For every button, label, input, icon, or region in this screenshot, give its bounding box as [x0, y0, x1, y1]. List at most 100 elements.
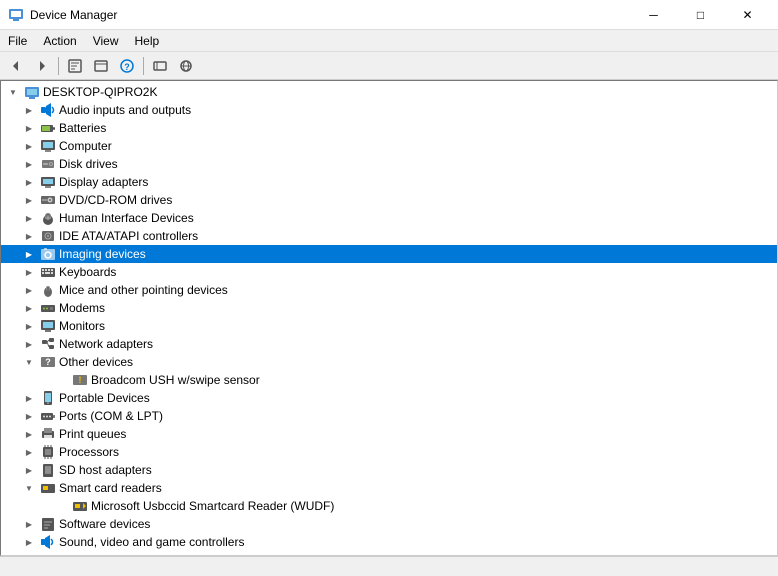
tree-item-modems[interactable]: ▶ Modems — [1, 299, 777, 317]
monitors-chevron[interactable]: ▶ — [21, 318, 37, 334]
tree-item-portable[interactable]: ▶ Portable Devices — [1, 389, 777, 407]
ports-icon — [40, 408, 56, 424]
menu-file[interactable]: File — [0, 30, 35, 51]
software-label: Software devices — [59, 517, 150, 531]
monitors-label: Monitors — [59, 319, 105, 333]
tree-item-smartcard[interactable]: ▼ Smart card readers — [1, 479, 777, 497]
computer-chevron[interactable]: ▶ — [21, 138, 37, 154]
other-label: Other devices — [59, 355, 133, 369]
sdhost-chevron[interactable]: ▶ — [21, 462, 37, 478]
other-chevron[interactable]: ▼ — [21, 354, 37, 370]
svg-text:!: ! — [79, 375, 82, 385]
mice-chevron[interactable]: ▶ — [21, 282, 37, 298]
imaging-label: Imaging devices — [59, 247, 146, 261]
portable-label: Portable Devices — [59, 391, 150, 405]
toolbar-scan[interactable] — [148, 55, 172, 77]
printq-chevron[interactable]: ▶ — [21, 426, 37, 442]
tree-item-sdhost[interactable]: ▶ SD host adapters — [1, 461, 777, 479]
toolbar-update[interactable] — [89, 55, 113, 77]
tree-item-monitors[interactable]: ▶ Monitors — [1, 317, 777, 335]
audio-chevron[interactable]: ▶ — [21, 102, 37, 118]
title-bar-text: Device Manager — [30, 8, 631, 22]
tree-item-dvd[interactable]: ▶ DVD/CD-ROM drives — [1, 191, 777, 209]
dvd-chevron[interactable]: ▶ — [21, 192, 37, 208]
network-icon — [40, 336, 56, 352]
app-icon — [8, 7, 24, 23]
keyboards-chevron[interactable]: ▶ — [21, 264, 37, 280]
tree-item-software[interactable]: ▶ Software devices — [1, 515, 777, 533]
sound-chevron[interactable]: ▶ — [21, 534, 37, 550]
menu-view[interactable]: View — [85, 30, 127, 51]
tree-item-diskdrives[interactable]: ▶ Disk drives — [1, 155, 777, 173]
maximize-button[interactable]: □ — [678, 4, 723, 26]
batteries-label: Batteries — [59, 121, 106, 135]
ports-chevron[interactable]: ▶ — [21, 408, 37, 424]
toolbar-separator-2 — [143, 57, 144, 75]
imaging-chevron[interactable]: ▶ — [21, 246, 37, 262]
tree-item-mice[interactable]: ▶ Mice and other pointing devices — [1, 281, 777, 299]
mscard-icon — [72, 498, 88, 514]
menu-action[interactable]: Action — [35, 30, 84, 51]
hid-icon — [40, 210, 56, 226]
tree-item-mscard[interactable]: Microsoft Usbccid Smartcard Reader (WUDF… — [1, 497, 777, 515]
svg-text:?: ? — [45, 357, 51, 367]
diskdrives-chevron[interactable]: ▶ — [21, 156, 37, 172]
software-chevron[interactable]: ▶ — [21, 516, 37, 532]
other-icon: ? — [40, 354, 56, 370]
display-label: Display adapters — [59, 175, 148, 189]
tree-item-hid[interactable]: ▶ Human Interface Devices — [1, 209, 777, 227]
dvd-icon — [40, 192, 56, 208]
tree-item-ide[interactable]: ▶ IDE ATA/ATAPI controllers — [1, 227, 777, 245]
tree-item-processors[interactable]: ▶ Processors — [1, 443, 777, 461]
tree-item-keyboards[interactable]: ▶ Keyboards — [1, 263, 777, 281]
batteries-chevron[interactable]: ▶ — [21, 120, 37, 136]
tree-item-imaging[interactable]: ▶ Imaging devices — [1, 245, 777, 263]
tree-root[interactable]: ▼ DESKTOP-QIPRO2K — [1, 83, 777, 101]
portable-chevron[interactable]: ▶ — [21, 390, 37, 406]
mscard-label: Microsoft Usbccid Smartcard Reader (WUDF… — [91, 499, 334, 513]
title-bar: Device Manager ─ □ ✕ — [0, 0, 778, 30]
ide-chevron[interactable]: ▶ — [21, 228, 37, 244]
sound-icon — [40, 534, 56, 550]
dvd-label: DVD/CD-ROM drives — [59, 193, 172, 207]
root-label: DESKTOP-QIPRO2K — [43, 85, 157, 99]
processors-chevron[interactable]: ▶ — [21, 444, 37, 460]
network-label: Network adapters — [59, 337, 153, 351]
menu-help[interactable]: Help — [127, 30, 168, 51]
root-chevron[interactable]: ▼ — [5, 84, 21, 100]
tree-item-printq[interactable]: ▶ Print queues — [1, 425, 777, 443]
modems-chevron[interactable]: ▶ — [21, 300, 37, 316]
tree-item-sound[interactable]: ▶ Sound, video and game controllers — [1, 533, 777, 551]
mice-label: Mice and other pointing devices — [59, 283, 228, 297]
display-chevron[interactable]: ▶ — [21, 174, 37, 190]
printq-label: Print queues — [59, 427, 126, 441]
network-chevron[interactable]: ▶ — [21, 336, 37, 352]
toolbar-forward[interactable] — [30, 55, 54, 77]
toolbar-help[interactable]: ? — [115, 55, 139, 77]
tree-item-ports[interactable]: ▶ Ports (COM & LPT) — [1, 407, 777, 425]
toolbar-properties[interactable] — [63, 55, 87, 77]
minimize-button[interactable]: ─ — [631, 4, 676, 26]
tree-item-broadcom[interactable]: ! Broadcom USH w/swipe sensor — [1, 371, 777, 389]
diskdrives-icon — [40, 156, 56, 172]
close-button[interactable]: ✕ — [725, 4, 770, 26]
smartcard-chevron[interactable]: ▼ — [21, 480, 37, 496]
tree-item-other[interactable]: ▼ ? Other devices — [1, 353, 777, 371]
diskdrives-label: Disk drives — [59, 157, 118, 171]
broadcom-label: Broadcom USH w/swipe sensor — [91, 373, 260, 387]
ports-label: Ports (COM & LPT) — [59, 409, 163, 423]
tree-item-network[interactable]: ▶ Network adapters — [1, 335, 777, 353]
ide-label: IDE ATA/ATAPI controllers — [59, 229, 198, 243]
toolbar-network[interactable] — [174, 55, 198, 77]
tree-item-audio[interactable]: ▶ Audio inputs and outputs — [1, 101, 777, 119]
svg-text:?: ? — [124, 62, 130, 72]
tree-item-batteries[interactable]: ▶ Batteries — [1, 119, 777, 137]
tree-item-display[interactable]: ▶ Display adapters — [1, 173, 777, 191]
tree-item-computer[interactable]: ▶ Computer — [1, 137, 777, 155]
computer-label: Computer — [59, 139, 112, 153]
device-tree[interactable]: ▼ DESKTOP-QIPRO2K ▶ Audio inputs and — [0, 80, 778, 556]
status-bar — [0, 556, 778, 576]
hid-chevron[interactable]: ▶ — [21, 210, 37, 226]
ide-icon — [40, 228, 56, 244]
toolbar-back[interactable] — [4, 55, 28, 77]
